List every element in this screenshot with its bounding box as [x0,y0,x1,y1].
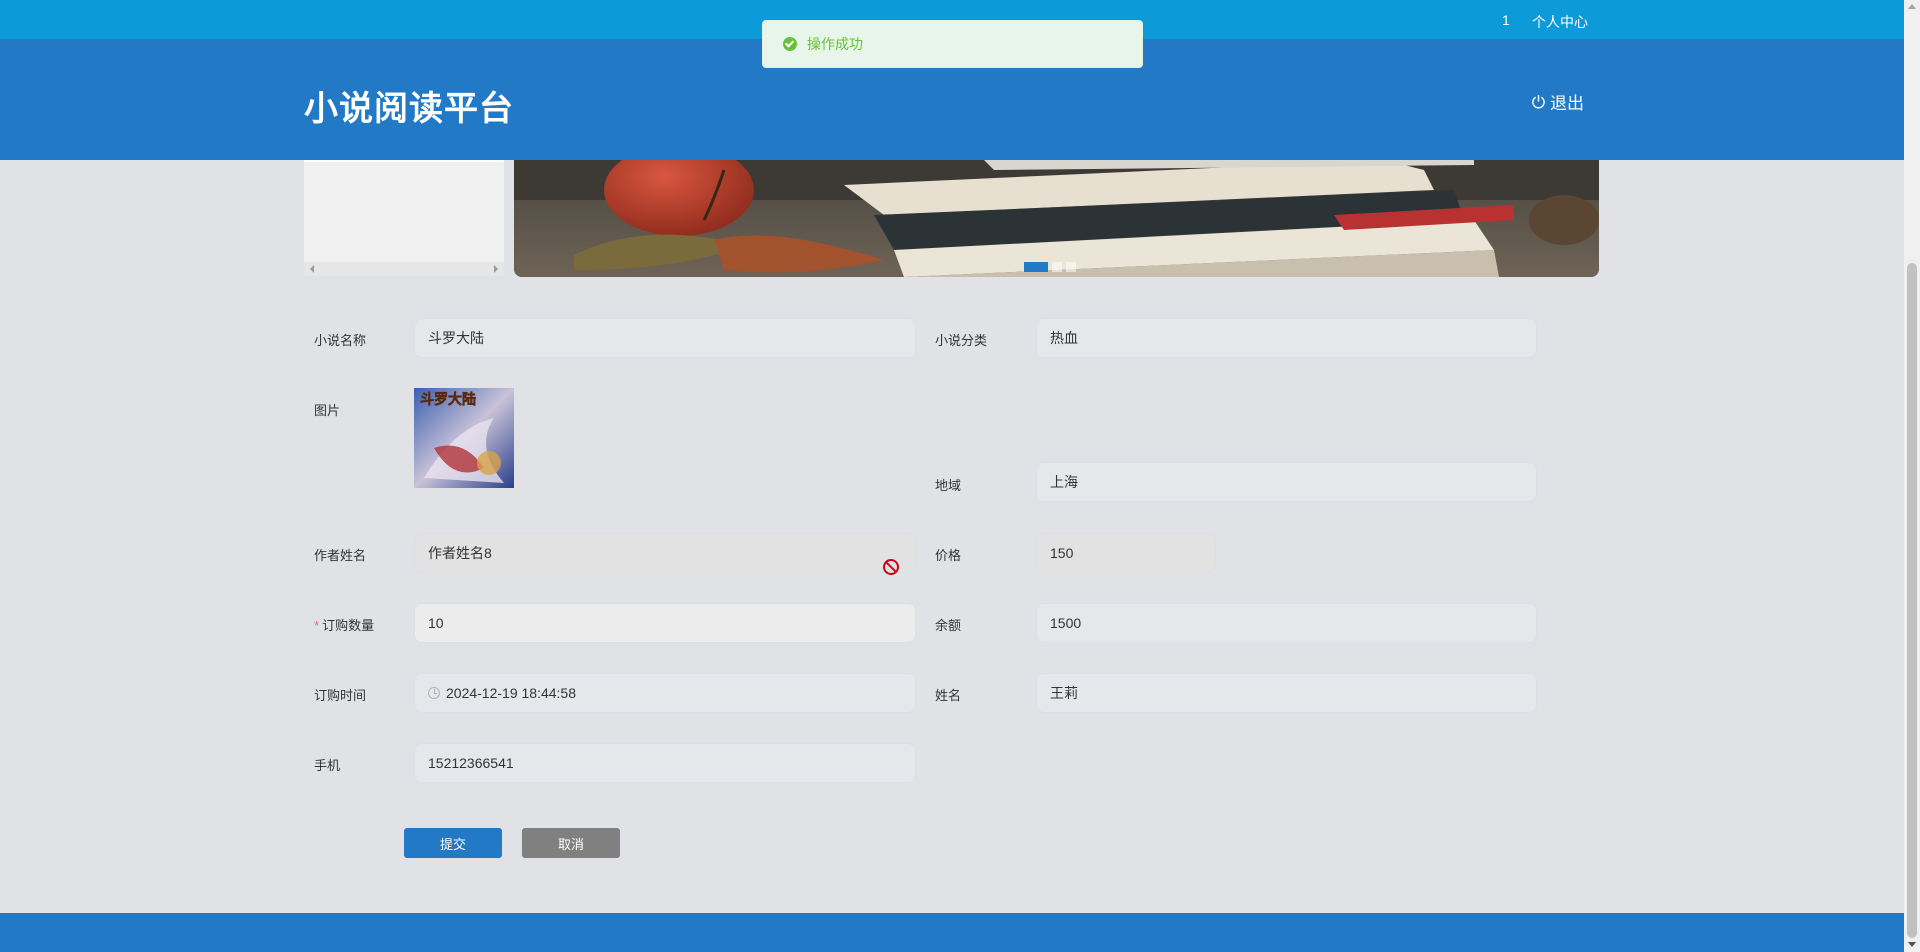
price-value: 150 [1050,545,1074,561]
logout-button[interactable]: 退出 [1531,89,1584,114]
image-label: 图片 [314,403,341,418]
order-time-value: 2024-12-19 18:44:58 [446,685,576,701]
success-toast: 操作成功 [762,20,1143,68]
novel-name-field[interactable]: 斗罗大陆 [414,318,916,358]
vertical-scrollbar[interactable] [1904,0,1920,952]
region-label: 地域 [935,478,962,493]
author-name-label: 作者姓名 [314,548,367,563]
balance-field[interactable]: 1500 [1036,603,1537,643]
clock-icon [428,687,440,699]
logout-label: 退出 [1550,94,1584,113]
required-mark: * [314,618,320,633]
phone-field[interactable]: 15212366541 [414,743,916,783]
name-value: 王莉 [1050,685,1078,701]
novel-category-label: 小说分类 [935,333,988,348]
side-panel [304,160,504,276]
order-time-picker[interactable]: 2024-12-19 18:44:58 [414,673,916,713]
not-allowed-cursor-icon [883,559,899,575]
banner-carousel[interactable] [514,160,1599,277]
region-field[interactable]: 上海 [1036,462,1537,502]
order-quantity-label: * 订购数量 [314,615,374,634]
carousel-dot[interactable] [1052,262,1062,272]
order-quantity-value: 10 [428,615,444,631]
horizontal-scrollbar[interactable] [304,262,504,276]
banner-image [514,160,1599,277]
author-name-value: 作者姓名8 [428,545,492,561]
price-field[interactable]: 150 [1036,533,1216,573]
scroll-left-icon[interactable] [310,265,314,273]
user-id: 1 [1502,12,1510,28]
scroll-right-icon[interactable] [494,265,498,273]
novel-category-value: 热血 [1050,330,1078,346]
scroll-down-icon[interactable] [1908,942,1916,947]
novel-name-value: 斗罗大陆 [428,330,484,346]
name-label: 姓名 [935,688,962,703]
order-quantity-label-text: 订购数量 [322,618,375,633]
submit-button[interactable]: 提交 [404,828,502,858]
cover-title-text: 斗罗大陆 [420,391,476,408]
balance-value: 1500 [1050,615,1082,631]
author-name-field[interactable]: 作者姓名8 [414,533,916,573]
site-title: 小说阅读平台 [304,90,514,128]
name-field[interactable]: 王莉 [1036,673,1537,713]
power-icon [1532,94,1545,109]
scroll-up-icon[interactable] [1908,4,1916,9]
scrollbar-thumb[interactable] [1907,263,1917,938]
cancel-button[interactable]: 取消 [522,828,620,858]
novel-cover-image: 斗罗大陆 [414,388,514,488]
price-label: 价格 [935,548,962,563]
phone-label: 手机 [314,758,341,773]
toast-message: 操作成功 [807,36,863,52]
phone-value: 15212366541 [428,755,514,771]
carousel-dot[interactable] [1066,262,1076,272]
order-time-label: 订购时间 [314,688,367,703]
novel-category-field[interactable]: 热血 [1036,318,1537,358]
balance-label: 余额 [935,618,962,633]
novel-name-label: 小说名称 [314,333,367,348]
carousel-indicators [1024,262,1076,272]
carousel-dot[interactable] [1024,262,1048,272]
personal-center-link[interactable]: 个人中心 [1532,12,1588,32]
region-value: 上海 [1050,474,1078,490]
order-quantity-input[interactable]: 10 [414,603,916,643]
site-footer [0,913,1904,952]
check-circle-icon [783,37,797,51]
